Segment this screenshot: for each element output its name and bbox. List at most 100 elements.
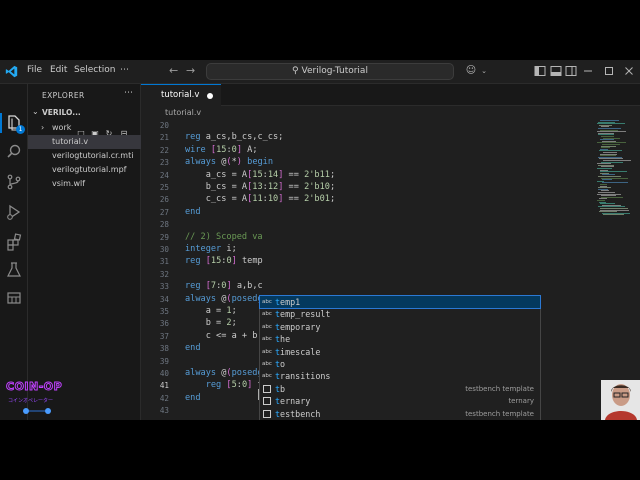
code-line[interactable]: a = 1; <box>185 306 237 316</box>
text-suggestion-icon: abc <box>262 311 272 318</box>
menu-file[interactable]: File <box>27 65 42 75</box>
suggestion-item[interactable]: ternary ternary <box>260 395 540 407</box>
remote-explorer-button[interactable] <box>4 288 24 308</box>
back-arrow-icon[interactable]: ← <box>169 64 178 77</box>
code-line[interactable]: c_cs = A[11:10] == 2'b01; <box>185 194 335 204</box>
testing-button[interactable] <box>4 260 24 280</box>
minimize-icon[interactable] <box>582 65 594 77</box>
suggestion-label: tb <box>275 383 286 394</box>
line-number: 34 <box>159 294 169 304</box>
explorer-sidebar: EXPLORER ⋯ ⌄ VERILO... □ ▣ ↻ ⊟ › work tu… <box>28 84 141 420</box>
source-control-badge: 1 <box>16 125 25 134</box>
close-icon[interactable] <box>623 65 635 77</box>
suggestion-item[interactable]: abc the <box>260 333 540 345</box>
command-center-search[interactable]: ⚲ Verilog-Tutorial <box>206 63 454 80</box>
code-line[interactable]: b_cs = A[13:12] == 2'b10; <box>185 182 335 192</box>
line-number: 23 <box>159 158 169 168</box>
snippet-icon <box>263 397 271 406</box>
explorer-item-label: vsim.wlf <box>52 179 86 188</box>
line-number: 42 <box>159 393 169 403</box>
suggestion-label: ternary <box>275 396 311 407</box>
code-line[interactable]: reg [15:0] temp <box>185 256 263 266</box>
suggestion-label: temp1 <box>275 297 301 307</box>
suggestion-label: to <box>275 359 286 369</box>
explorer-button[interactable]: 1 <box>4 113 25 134</box>
suggestion-item[interactable]: testbench testbench template <box>260 408 540 420</box>
breadcrumb[interactable]: tutorial.v <box>165 108 201 117</box>
text-suggestion-icon: abc <box>262 299 272 305</box>
suggestion-label: testbench <box>275 408 321 419</box>
code-line[interactable]: b = 2; <box>185 318 237 328</box>
line-number: 29 <box>159 232 169 242</box>
menu-more[interactable]: ⋯ <box>120 65 129 75</box>
suggestion-detail: ternary <box>508 397 534 406</box>
explorer-item-work[interactable]: › work <box>28 121 141 135</box>
unsaved-dot-icon[interactable] <box>207 93 213 99</box>
run-debug-icon <box>7 204 21 220</box>
copilot-icon[interactable]: ☺ <box>465 65 477 77</box>
suggest-widget: abc temp1 abc temp_result abc temporary abc the… <box>259 294 541 420</box>
explorer-item-mpf[interactable]: verilogtutorial.mpf <box>28 163 141 177</box>
line-number: 25 <box>159 183 169 192</box>
code-line[interactable]: // 2) Scoped va <box>185 232 263 242</box>
code-line[interactable]: reg [5:0] t <box>185 380 263 390</box>
code-line[interactable]: reg [7:0] a,b,c <box>185 281 263 291</box>
code-line[interactable]: c <= a + b; <box>185 331 263 341</box>
workspace-folder-name: VERILO... <box>42 108 81 117</box>
text-suggestion-icon: abc <box>262 336 272 343</box>
explorer-item-label: tutorial.v <box>52 137 89 146</box>
suggestion-item[interactable]: tb testbench template <box>260 383 540 395</box>
title-bar: File Edit Selection ⋯ ← → ⚲ Verilog-Tuto… <box>0 60 640 84</box>
extensions-button[interactable] <box>4 232 24 252</box>
code-line[interactable]: integer i; <box>185 244 237 254</box>
run-debug-button[interactable] <box>4 202 24 222</box>
explorer-item-wlf[interactable]: vsim.wlf <box>28 177 141 191</box>
copilot-dropdown-icon[interactable]: ⌄ <box>478 65 490 77</box>
logo-text: COIN-OP <box>5 380 63 394</box>
explorer-item-cr-mti[interactable]: verilogtutorial.cr.mti <box>28 149 141 163</box>
line-number: 35 <box>159 307 169 316</box>
workspace-name: Verilog-Tutorial <box>301 66 368 76</box>
menu-edit[interactable]: Edit <box>50 65 67 75</box>
code-line[interactable]: end <box>185 393 201 403</box>
maximize-icon[interactable] <box>603 65 615 77</box>
line-number: 32 <box>159 269 169 279</box>
code-line[interactable]: end <box>185 343 201 353</box>
toggle-panel-icon[interactable] <box>550 65 562 77</box>
code-line[interactable]: end <box>185 207 201 217</box>
snippet-icon <box>263 384 271 393</box>
minimap[interactable] <box>597 120 633 220</box>
suggestion-label: timescale <box>275 346 321 357</box>
search-icon <box>7 144 21 158</box>
suggestion-item[interactable]: abc transitions <box>260 370 540 382</box>
suggestion-item[interactable]: abc to <box>260 358 540 370</box>
line-number: 39 <box>159 356 169 366</box>
explorer-item-label: verilogtutorial.cr.mti <box>52 151 134 160</box>
source-control-icon <box>7 174 21 190</box>
suggestion-item[interactable]: abc temp1 <box>259 294 541 310</box>
explorer-item-tutorial-v[interactable]: tutorial.v <box>28 135 141 149</box>
activity-bar: 1 <box>0 84 28 420</box>
forward-arrow-icon[interactable]: → <box>186 64 195 77</box>
code-line[interactable]: always @(posedg <box>185 368 263 378</box>
code-line[interactable]: always @(posedg <box>185 294 263 304</box>
code-line[interactable]: wire [15:0] A; <box>185 145 258 155</box>
logo-subtitle: コインオペレーター <box>8 398 54 404</box>
search-view-button[interactable] <box>4 142 24 162</box>
tab-bar: tutorial.v <box>141 84 640 106</box>
suggestion-item[interactable]: abc temp_result <box>260 308 540 320</box>
explorer-more-button[interactable]: ⋯ <box>124 88 133 98</box>
line-number: 37 <box>159 331 169 341</box>
menu-selection[interactable]: Selection <box>74 65 115 75</box>
toggle-secondary-sidebar-icon[interactable] <box>565 65 577 77</box>
tab-tutorial-v[interactable]: tutorial.v <box>141 84 221 106</box>
code-line[interactable]: always @(*) begin <box>185 157 273 167</box>
toggle-sidebar-icon[interactable] <box>534 65 546 77</box>
source-control-button[interactable] <box>4 172 24 192</box>
suggestion-item[interactable]: abc temporary <box>260 321 540 333</box>
suggestion-item[interactable]: abc timescale <box>260 346 540 358</box>
code-line[interactable]: reg a_cs,b_cs,c_cs; <box>185 132 283 142</box>
code-line[interactable]: a_cs = A[15:14] == 2'b11; <box>185 170 335 180</box>
workspace-folder-header[interactable]: ⌄ VERILO... □ ▣ ↻ ⊟ <box>28 106 141 138</box>
line-number: 31 <box>159 257 169 267</box>
